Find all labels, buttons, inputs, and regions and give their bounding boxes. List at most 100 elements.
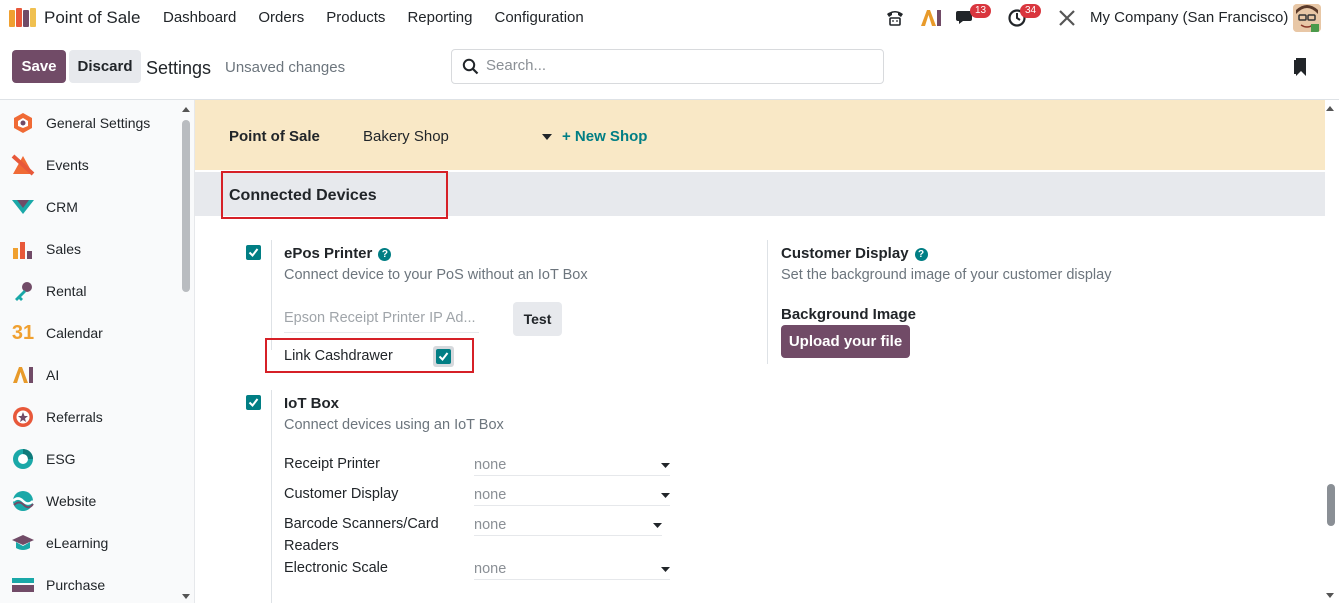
sidebar-item-label: Calendar [46, 325, 103, 341]
epos-printer-description: Connect device to your PoS without an Io… [284, 267, 588, 283]
events-icon [10, 153, 36, 177]
menu-configuration[interactable]: Configuration [494, 9, 583, 26]
referrals-icon [10, 405, 36, 429]
sidebar-item-label: Website [46, 493, 97, 509]
ai-icon [10, 363, 36, 387]
chevron-down-icon[interactable] [661, 493, 670, 498]
upload-file-button[interactable]: Upload your file [781, 325, 910, 358]
iot-box-description: Connect devices using an IoT Box [284, 417, 504, 433]
electronic-scale-select[interactable]: none [474, 561, 670, 580]
search-icon [462, 58, 479, 75]
sidebar-item-general-settings[interactable]: General Settings [10, 109, 150, 137]
unsaved-status: Unsaved changes [225, 59, 346, 76]
link-cashdrawer-checkbox[interactable] [436, 349, 451, 364]
highlight-box-section [221, 171, 448, 219]
sidebar-item-label: General Settings [46, 115, 151, 131]
sidebar-item-events[interactable]: Events [10, 151, 89, 179]
save-button[interactable]: Save [12, 50, 66, 83]
setting-divider [271, 390, 272, 603]
bookmark-icon[interactable] [1294, 58, 1308, 76]
chevron-down-icon[interactable] [542, 134, 552, 140]
epos-printer-checkbox[interactable] [246, 245, 261, 260]
website-icon [10, 489, 36, 513]
main-scrollbar[interactable] [1327, 484, 1335, 526]
customer-display-label: Customer Display [284, 486, 399, 502]
phone-icon[interactable] [885, 8, 905, 28]
barcode-scanners-select[interactable]: none [474, 517, 662, 536]
link-cashdrawer-checkbox-wrap[interactable] [433, 346, 454, 367]
company-switcher[interactable]: My Company (San Francisco) [1090, 9, 1288, 26]
background-image-label: Background Image [781, 306, 917, 323]
iot-box-checkbox[interactable] [246, 395, 261, 410]
sidebar-item-website[interactable]: Website [10, 487, 96, 515]
electronic-scale-label: Electronic Scale [284, 560, 388, 576]
sidebar-item-label: AI [46, 367, 60, 383]
new-shop-link[interactable]: + New Shop [562, 128, 647, 145]
epson-ip-input[interactable]: Epson Receipt Printer IP Ad... [284, 310, 479, 333]
sidebar-item-rental[interactable]: Rental [10, 277, 86, 305]
customer-display-select[interactable]: none [474, 487, 670, 506]
receipt-printer-select[interactable]: none [474, 457, 670, 476]
user-avatar[interactable] [1293, 4, 1321, 32]
sidebar-item-elearning[interactable]: eLearning [10, 529, 108, 557]
esg-icon [10, 447, 36, 471]
main-scroll-up-icon[interactable] [1325, 104, 1335, 112]
help-icon[interactable]: ? [378, 248, 392, 261]
crm-icon [10, 195, 36, 219]
chevron-down-icon[interactable] [661, 463, 670, 468]
menu-products[interactable]: Products [326, 9, 385, 26]
main-scroll-down-icon[interactable] [1325, 592, 1335, 600]
search-box[interactable] [451, 49, 884, 84]
customer-display-title: Customer Display? [781, 245, 928, 262]
sidebar-scrollbar[interactable] [182, 120, 190, 292]
sales-icon [10, 237, 36, 261]
purchase-icon [10, 573, 36, 597]
menu-reporting[interactable]: Reporting [407, 9, 472, 26]
app-name[interactable]: Point of Sale [44, 8, 140, 28]
sidebar-item-label: Purchase [46, 577, 106, 593]
sidebar-item-label: ESG [46, 451, 76, 467]
activities-badge: 34 [1020, 4, 1042, 18]
breadcrumb: Settings [146, 58, 212, 78]
ai-icon[interactable] [920, 9, 942, 27]
sidebar-scroll-up-icon[interactable] [181, 105, 191, 113]
epos-printer-label: ePos Printer [284, 245, 373, 262]
discard-button[interactable]: Discard [69, 50, 141, 83]
calendar-icon: 31 [11, 321, 35, 344]
sidebar-item-referrals[interactable]: Referrals [10, 403, 103, 431]
sidebar-item-label: CRM [46, 199, 78, 215]
menu-orders[interactable]: Orders [258, 9, 304, 26]
sidebar-item-purchase[interactable]: Purchase [10, 571, 105, 599]
sidebar-item-ai[interactable]: AI [10, 361, 59, 389]
sidebar-item-label: eLearning [46, 535, 109, 551]
sidebar-item-label: Referrals [46, 409, 103, 425]
sidebar-scroll-down-icon[interactable] [181, 593, 191, 601]
sidebar-item-esg[interactable]: ESG [10, 445, 76, 473]
sidebar-item-crm[interactable]: CRM [10, 193, 78, 221]
menu-dashboard[interactable]: Dashboard [163, 9, 236, 26]
sidebar-item-label: Rental [46, 283, 87, 299]
tools-icon[interactable] [1058, 9, 1076, 27]
setting-divider [767, 240, 768, 364]
sidebar-item-calendar[interactable]: 31 Calendar [10, 319, 103, 347]
general-settings-icon [10, 111, 36, 135]
main-menu: Dashboard Orders Products Reporting Conf… [163, 9, 606, 26]
chevron-down-icon[interactable] [661, 567, 670, 572]
sidebar-item-label: Sales [46, 241, 82, 257]
settings-content: Point of Sale Bakery Shop + New Shop Con… [195, 100, 1339, 603]
help-icon[interactable]: ? [914, 248, 928, 261]
elearning-icon [10, 531, 36, 555]
test-button[interactable]: Test [513, 302, 562, 336]
epos-printer-title: ePos Printer? [284, 245, 392, 262]
sidebar-item-sales[interactable]: Sales [10, 235, 81, 263]
pos-app-logo-icon[interactable] [9, 7, 37, 29]
control-panel: Save Discard Settings Unsaved changes [0, 36, 1339, 100]
customer-display-description: Set the background image of your custome… [781, 267, 1112, 283]
top-navbar: Point of Sale Dashboard Orders Products … [0, 0, 1339, 36]
search-input[interactable] [486, 57, 866, 74]
barcode-scanners-label-line2: Readers [284, 538, 339, 554]
chevron-down-icon[interactable] [653, 523, 662, 528]
link-cashdrawer-label: Link Cashdrawer [284, 348, 393, 364]
barcode-scanners-label: Barcode Scanners/Card [284, 516, 439, 532]
pos-shop-select[interactable]: Bakery Shop [363, 128, 553, 145]
